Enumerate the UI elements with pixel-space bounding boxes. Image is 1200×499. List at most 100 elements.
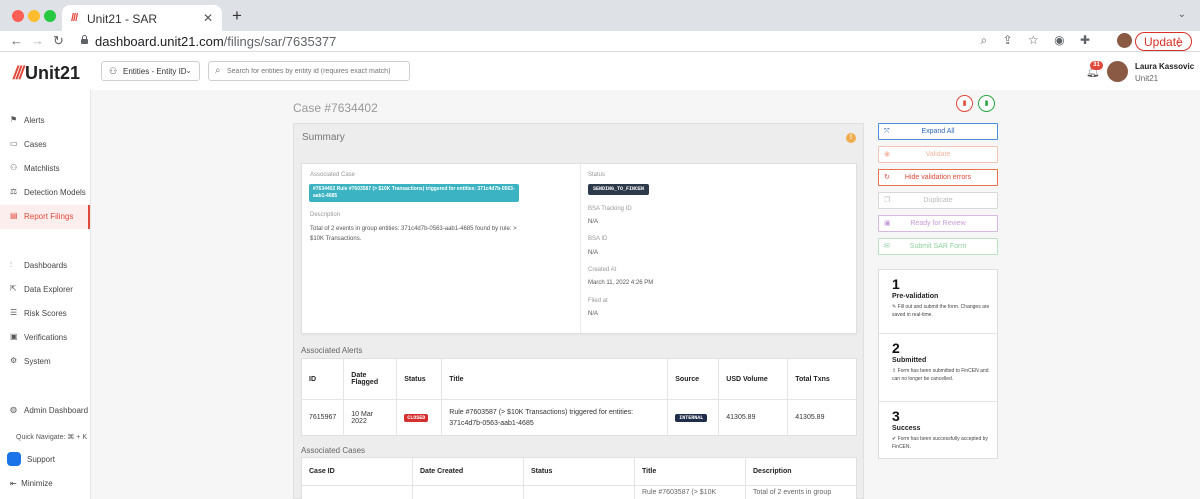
expand-all-label: Expand All [921, 128, 955, 135]
column-header[interactable]: Status [523, 457, 635, 486]
table-header-row: Case ID Date Created Status Title Descri… [301, 457, 857, 486]
unit21-logo[interactable]: ///Unit21 [13, 63, 80, 84]
hide-validation-errors-button[interactable]: ↻ Hide validation errors [878, 169, 998, 186]
check-circle-icon: ◉ [884, 151, 891, 158]
column-header[interactable]: Description [745, 457, 857, 486]
duplicate-button[interactable]: ❐ Duplicate [878, 192, 998, 209]
status-badge: CLOSED [404, 414, 429, 422]
share-icon[interactable]: ⇪ [1003, 33, 1013, 47]
sidebar-item-dashboards[interactable]: ⫶ Dashboards [0, 254, 90, 276]
step-description: ⇪ Form has been submitted to FinCEN and … [892, 367, 992, 383]
sidebar-item-matchlists[interactable]: ⚇ Matchlists [0, 157, 90, 179]
alert-title[interactable]: Rule #7603587 (> $10K Transactions) trig… [441, 399, 669, 436]
column-header[interactable]: USD Volume [718, 358, 789, 400]
profile-icon[interactable]: ◉ [1054, 33, 1064, 47]
globe-icon: ◍ [10, 405, 17, 414]
submit-label: Submit SAR Form [909, 243, 967, 250]
step-success: 3 Success ✔ Form has been successfully a… [879, 402, 997, 460]
sidebar-item-label: Report Filings [24, 212, 74, 221]
alert-total-txns: 41305.89 [795, 414, 825, 421]
sidebar-item-label: Risk Scores [24, 309, 67, 318]
copy-icon: ❐ [884, 197, 891, 204]
browser-tab[interactable]: /// Unit21 - SAR ✕ [62, 5, 222, 31]
sidebar-item-verifications[interactable]: ▣ Verifications [0, 326, 90, 348]
column-header[interactable]: Title [634, 457, 746, 486]
pdf-file-icon: ▮ [962, 100, 967, 107]
chevron-down-icon[interactable]: ⌄ [1178, 9, 1186, 20]
column-header[interactable]: ID [301, 358, 345, 400]
new-tab-icon[interactable]: + [232, 6, 242, 26]
minimize-sidebar-button[interactable]: ⇤ Minimize [10, 479, 53, 488]
submit-sar-button[interactable]: ✉ Submit SAR Form [878, 238, 998, 255]
associated-case-label: Associated Case [310, 172, 356, 178]
column-header[interactable]: Date Flagged [343, 358, 398, 400]
support-link[interactable]: Support [27, 455, 55, 464]
step-title: Pre-validation [892, 293, 939, 300]
ready-for-review-button[interactable]: ▣ Ready for Review [878, 215, 998, 232]
sidebar-item-detection-models[interactable]: ⚖ Detection Models [0, 181, 90, 203]
sidebar-item-label: Alerts [24, 116, 45, 125]
refresh-icon: ↻ [884, 174, 890, 181]
sidebar-item-data-explorer[interactable]: ⇱ Data Explorer [0, 278, 90, 300]
back-icon[interactable]: ← [10, 33, 23, 48]
zoom-icon[interactable]: ⌕ [981, 33, 988, 47]
window-zoom-button[interactable] [44, 10, 56, 22]
bsa-id-value: N/A [588, 250, 599, 256]
chart-icon: ⫶ [10, 260, 12, 269]
review-icon: ▣ [884, 220, 891, 227]
chat-icon[interactable] [7, 452, 21, 466]
column-header[interactable]: Total Txns [787, 358, 857, 400]
csv-file-icon: ▮ [984, 100, 989, 107]
column-header[interactable]: Title [441, 358, 669, 400]
warning-icon[interactable]: ! [846, 133, 856, 143]
bookmark-star-icon[interactable]: ☆ [1028, 33, 1039, 47]
user-name[interactable]: Laura Kassovic [1135, 62, 1194, 71]
download-pdf-button[interactable]: ▮ [956, 95, 973, 112]
window-minimize-button[interactable] [28, 10, 40, 22]
source-badge: INTERNAL [675, 414, 708, 422]
sidebar-item-alerts[interactable]: ⚑ Alerts [0, 109, 90, 131]
expand-all-button[interactable]: ⤧ Expand All [878, 123, 998, 140]
column-header[interactable]: Case ID [301, 457, 413, 486]
sidebar-item-cases[interactable]: ▭ Cases [0, 133, 90, 155]
sidebar-item-admin-dashboard[interactable]: ◍ Admin Dashboard [0, 399, 90, 421]
sidebar-item-report-filings[interactable]: ▤ Report Filings [0, 205, 90, 229]
step-description-text: Fill out and submit the form. Changes ar… [892, 304, 990, 318]
window-close-button[interactable] [12, 10, 24, 22]
summary-title: Summary [302, 132, 345, 143]
download-csv-button[interactable]: ▮ [978, 95, 995, 112]
sidebar-item-risk-scores[interactable]: ☰ Risk Scores [0, 302, 90, 324]
sidebar-item-system[interactable]: ⚙ System [0, 350, 90, 372]
hide-errors-label: Hide validation errors [904, 174, 972, 181]
column-header[interactable]: Source [667, 358, 720, 400]
associated-case-chip[interactable]: #7634402 Rule #7603587 (> $10K Transacti… [309, 184, 519, 202]
table-row[interactable]: Rule #7603587 (> $10K Total of 2 events … [301, 485, 857, 499]
column-header[interactable]: Date Created [412, 457, 524, 486]
flag-icon: ⚑ [10, 115, 18, 124]
browser-avatar[interactable] [1117, 33, 1132, 48]
extensions-icon[interactable]: ✚ [1080, 33, 1090, 47]
close-tab-icon[interactable]: ✕ [203, 11, 213, 25]
user-avatar[interactable] [1107, 61, 1128, 82]
entity-search[interactable]: ⌕ [208, 61, 410, 81]
validate-button[interactable]: ◉ Validate [878, 146, 998, 163]
main-content: Case #7634402 ▮ ▮ Summary ! Associated C… [91, 90, 1200, 499]
associated-cases-table: Case ID Date Created Status Title Descri… [301, 457, 857, 499]
entity-type-select[interactable]: ⚇ Entities - Entity ID ⌄ [101, 61, 200, 81]
app-header: ///Unit21 ⚇ Entities - Entity ID ⌄ ⌕ 🔔︎ … [0, 53, 1200, 90]
associated-alerts-label: Associated Alerts [301, 346, 363, 355]
filed-at-label: Filed at [588, 298, 608, 304]
table-row[interactable]: 7615967 10 Mar 2022 CLOSED Rule #7603587… [301, 399, 857, 436]
case-title-cell[interactable]: Rule #7603587 (> $10K [634, 485, 746, 499]
step-description: ✎ Fill out and submit the form. Changes … [892, 303, 992, 319]
entity-select-label: Entities - Entity ID [123, 67, 187, 76]
step-description: ✔ Form has been successfully accepted by… [892, 435, 992, 451]
alert-id[interactable]: 7615967 [301, 399, 345, 436]
entity-search-input[interactable] [227, 64, 407, 78]
ready-review-label: Ready for Review [910, 220, 966, 227]
column-header[interactable]: Status [396, 358, 443, 400]
reload-icon[interactable]: ↻ [53, 33, 64, 49]
url-field[interactable]: dashboard.unit21.com/filings/sar/7635377 [95, 34, 336, 49]
update-button[interactable]: Update ⋮ [1135, 32, 1192, 51]
forward-icon[interactable]: → [31, 33, 44, 48]
